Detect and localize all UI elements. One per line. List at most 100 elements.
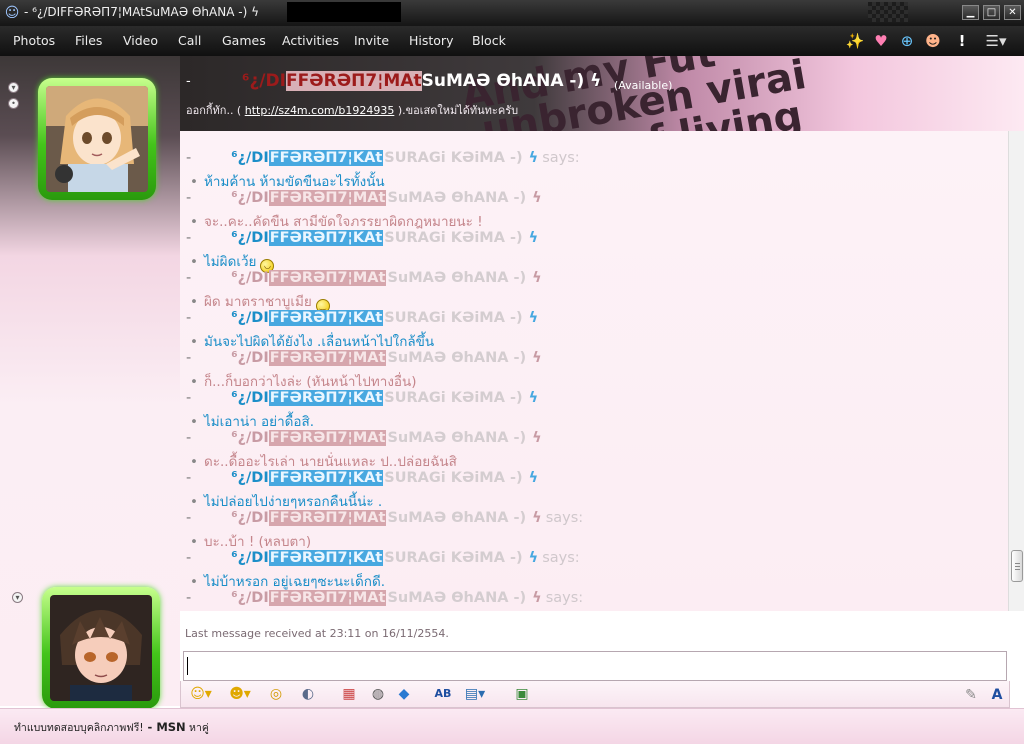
- sender-name-highlight: FFƏRƏП7¦MAt: [268, 270, 387, 286]
- message-text: มันจะไปผิดได้ยังไง .เลื่อนหน้าไปใกล้ขึ้น: [203, 334, 435, 350]
- status-ad-link[interactable]: ทำแบบทดสอบบุคลิกภาพฟรี! - MSN หาคู่: [14, 719, 209, 736]
- sender-dash: -: [186, 350, 192, 366]
- header-dash: -: [186, 74, 191, 89]
- scrollbar-thumb[interactable]: [1011, 550, 1023, 582]
- menu-call[interactable]: Call: [178, 33, 201, 48]
- sender-dash: -: [186, 430, 192, 446]
- nudge-icon[interactable]: ◎: [265, 685, 287, 703]
- last-message-info: Last message received at 23:11 on 16/11/…: [185, 627, 449, 640]
- sender-name-highlight: FFƏRƏП7¦KAt: [268, 470, 384, 486]
- message-text-row: • จะ..คะ..คัดขืน สามีขัดใจภรรยาผิดกฎหมายน…: [190, 210, 483, 230]
- message-text: ก็...ก็บอกว่าไงล่ะ (หันหน้าไปทางอื่น): [203, 374, 417, 390]
- scroll-grip-line: [1015, 566, 1020, 567]
- maximize-button[interactable]: □: [983, 5, 1000, 20]
- message-text-row: • ก็...ก็บอกว่าไงล่ะ (หันหน้าไปทางอื่น): [190, 370, 417, 390]
- anime-girl-avatar-image: [46, 86, 148, 192]
- sender-name-prefix: ⁶¿/DI: [231, 230, 269, 246]
- contact-header: And my Fut unbroken virai of living - ⁶¿…: [180, 56, 1024, 131]
- text-format-icon[interactable]: A: [987, 685, 1007, 705]
- titlebar-pattern: [868, 2, 908, 22]
- message-text: ไม่ผิดเว้ย: [203, 254, 257, 270]
- sender-dash: -: [186, 590, 192, 606]
- scroll-grip-line: [1015, 563, 1020, 564]
- sender-name-row: - ⁶¿/DIFFƏRƏП7¦MAt SuMAƏ ƟhANA -) ϟ says:: [186, 590, 583, 608]
- contact-name[interactable]: ⁶¿/DIFFƏRƏП7¦MAtSuMAƏ ƟhANA -) ϟ: [242, 71, 601, 91]
- message-text-row: • ดะ..ดื้ออะไรเล่า นายนั่นแหละ ป..ปล่อยฉั…: [190, 450, 457, 470]
- sender-dash: -: [186, 230, 192, 246]
- message-text: ไม่บ้าหรอก อยู่เฉยๆซะนะเด็กดี.: [203, 574, 386, 590]
- sender-name-highlight: FFƏRƏП7¦MAt: [268, 190, 387, 206]
- sender-name-highlight: FFƏRƏП7¦KAt: [268, 230, 384, 246]
- send-file-icon[interactable]: ▣: [511, 685, 533, 703]
- sender-name-rest: SURAGi KƏiMA -): [384, 550, 523, 566]
- message-text: ไม่ปล่อยไปง่ายๆหรอกคืนนี้น่ะ .: [203, 494, 383, 510]
- status-ad-prefix: ทำแบบทดสอบบุคลิกภาพฟรี!: [14, 722, 144, 734]
- sender-dash: -: [186, 390, 192, 406]
- wink-icon[interactable]: ☻▾: [226, 685, 254, 703]
- message-text: ห้ามค้าน ห้ามขัดขืนอะไรทั้งนั้น: [203, 174, 385, 190]
- sender-dash: -: [186, 190, 192, 206]
- scroll-grip-line: [1015, 569, 1020, 570]
- wink-wand-icon[interactable]: ✨: [845, 31, 865, 51]
- text-caret: [187, 657, 188, 675]
- chat-scrollbar[interactable]: [1008, 131, 1024, 611]
- sender-name-rest: SuMAƏ ƟhANA -): [387, 190, 527, 206]
- games-icon[interactable]: ◍: [367, 685, 389, 703]
- menu-games[interactable]: Games: [222, 33, 266, 48]
- menu-activities[interactable]: Activities: [282, 33, 339, 48]
- sender-dash: -: [186, 150, 192, 166]
- sender-name-prefix: ⁶¿/DI: [231, 350, 269, 366]
- collapse-icon-2[interactable]: ▾: [12, 592, 23, 603]
- handwriting-icon[interactable]: ▤▾: [460, 685, 490, 703]
- close-button[interactable]: ✕: [1004, 5, 1021, 20]
- alert-icon[interactable]: !: [952, 31, 972, 51]
- avatar-face-icon[interactable]: ☻: [923, 31, 943, 51]
- heart-icon[interactable]: ♥: [871, 31, 891, 51]
- message-text: ดะ..ดื้ออะไรเล่า นายนั่นแหละ ป..ปล่อยฉัน…: [203, 454, 457, 470]
- sender-name-highlight: FFƏRƏП7¦MAt: [268, 590, 387, 606]
- says-label: says:: [545, 590, 584, 606]
- menu-video[interactable]: Video: [123, 33, 158, 48]
- menu-files[interactable]: Files: [75, 33, 102, 48]
- sender-dash: -: [186, 550, 192, 566]
- sender-name-rest: SURAGi KƏiMA -): [384, 150, 523, 166]
- sender-name-rest: SuMAƏ ƟhANA -): [387, 590, 527, 606]
- ink-pen-icon[interactable]: ✎: [961, 685, 981, 705]
- conversation-area[interactable]: - ⁶¿/DIFFƏRƏП7¦KAt SURAGi KƏiMA -) ϟ says: • ห…: [180, 131, 1008, 611]
- sender-name-prefix: ⁶¿/DI: [231, 510, 269, 526]
- sender-name-prefix: ⁶¿/DI: [231, 550, 269, 566]
- voice-clip-icon[interactable]: ◐: [297, 685, 319, 703]
- minimize-button[interactable]: ▁: [962, 5, 979, 20]
- my-avatar[interactable]: [42, 587, 160, 709]
- background-icon[interactable]: ▦: [338, 685, 360, 703]
- message-text: ผิด มาตราชาบูเมีย: [203, 294, 312, 310]
- message-text-row: • ห้ามค้าน ห้ามขัดขืนอะไรทั้งนั้น: [190, 170, 385, 190]
- message-text-row: • ไม่ปล่อยไปง่ายๆหรอกคืนนี้น่ะ .: [190, 490, 383, 510]
- lightning-icon: ϟ: [532, 190, 542, 206]
- personal-message-suffix: ).ขอเสดใหม่ได้ทันทะครับ: [397, 104, 519, 117]
- shop-icon[interactable]: ◆: [393, 685, 415, 703]
- redacted-block: [287, 2, 401, 22]
- menu-dropdown-icon[interactable]: ☰▾: [982, 31, 1010, 51]
- msn-buddy-icon[interactable]: ☺: [3, 4, 21, 22]
- collapse-icon[interactable]: ▾: [8, 82, 19, 93]
- sender-name-rest: SuMAƏ ƟhANA -): [387, 510, 527, 526]
- search-icon[interactable]: ⊕: [897, 31, 917, 51]
- sender-name-row: - ⁶¿/DIFFƏRƏП7¦KAt SURAGi KƏiMA -) ϟ: [186, 390, 538, 408]
- message-input[interactable]: [183, 651, 1007, 681]
- personal-message-link[interactable]: http://sz4m.com/b1924935: [245, 104, 395, 117]
- menu-invite[interactable]: Invite: [354, 33, 389, 48]
- message-text-row: • ไม่ผิดเว้ย ◡: [190, 250, 275, 273]
- sender-name-prefix: ⁶¿/DI: [231, 590, 269, 606]
- menu-history[interactable]: History: [409, 33, 453, 48]
- message-bullet: •: [190, 174, 198, 190]
- emoticon-icon[interactable]: ☺▾: [187, 685, 215, 703]
- contact-pin-icon[interactable]: •: [8, 98, 19, 109]
- sender-name-prefix: ⁶¿/DI: [231, 270, 269, 286]
- message-bullet: •: [190, 334, 198, 350]
- message-text-row: • ไม่เอาน่า อย่าดื้อสิ.: [190, 410, 314, 430]
- contact-avatar[interactable]: [38, 78, 156, 200]
- menu-block[interactable]: Block: [472, 33, 506, 48]
- menu-photos[interactable]: Photos: [13, 33, 55, 48]
- font-icon[interactable]: AB: [432, 685, 454, 703]
